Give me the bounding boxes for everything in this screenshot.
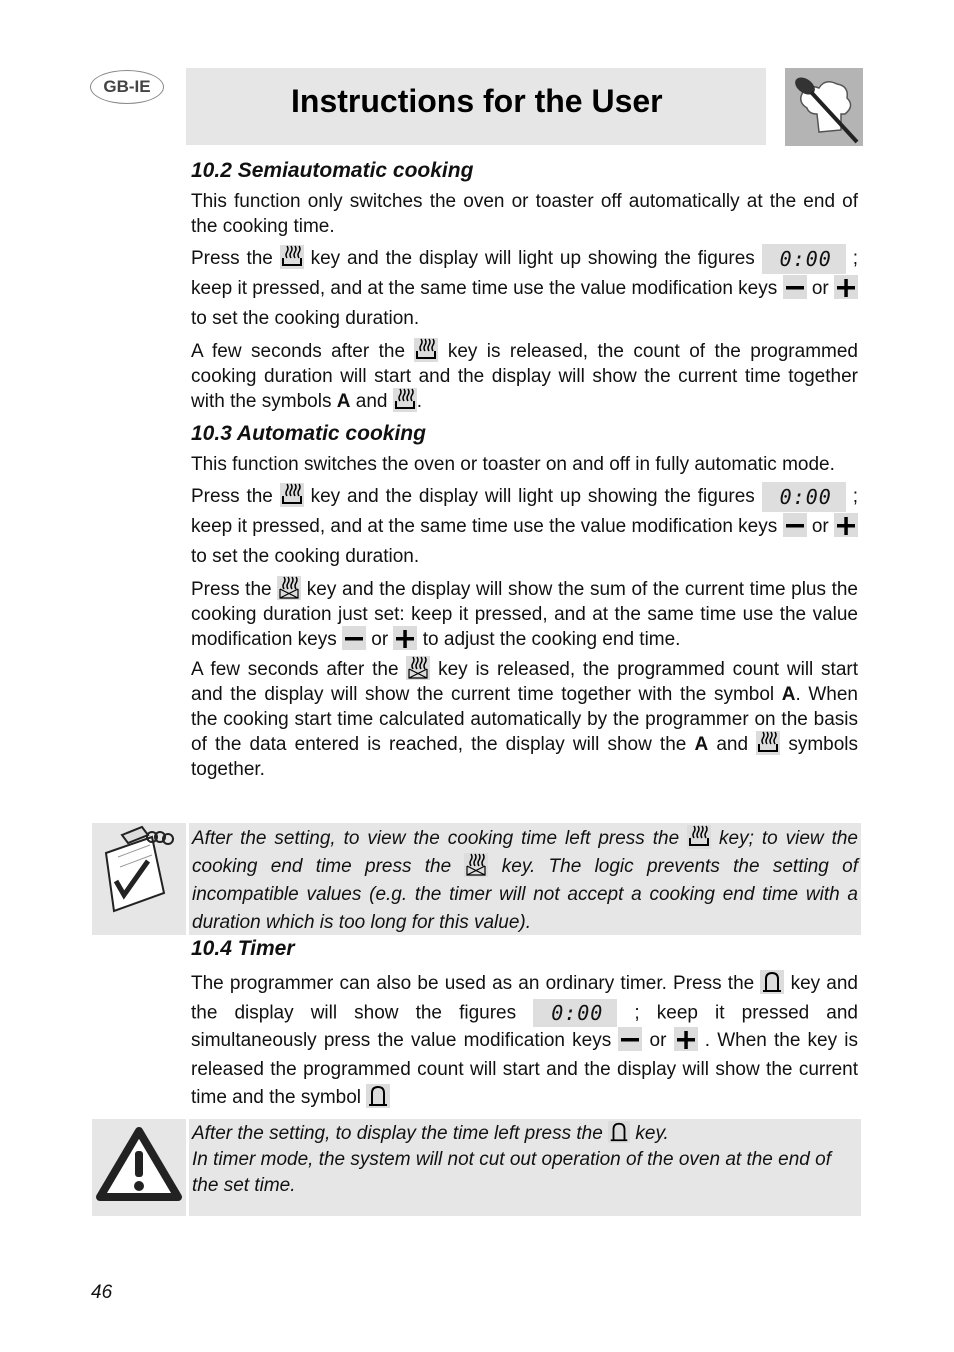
minus-key-icon — [618, 1027, 643, 1052]
minus-key-icon — [782, 275, 807, 299]
duration-key-icon — [392, 388, 417, 412]
end-time-key-icon — [464, 852, 489, 877]
display-figures: 0:00 — [761, 244, 846, 274]
paragraph: Press the key and the display will light… — [191, 244, 858, 334]
paragraph: A few seconds after the key is released,… — [191, 656, 858, 782]
duration-key-icon — [756, 731, 781, 755]
duration-key-icon — [279, 483, 304, 507]
duration-key-icon — [414, 338, 439, 362]
text: After the setting, to view the cooking t… — [192, 828, 688, 849]
bell-key-icon — [366, 1084, 391, 1109]
text: and — [350, 391, 393, 413]
plus-key-icon — [834, 275, 858, 299]
section-10-2: 10.2 Semiautomatic cooking This function… — [191, 158, 858, 414]
plus-key-icon — [834, 513, 858, 537]
minus-key-icon — [342, 626, 367, 650]
paragraph: A few seconds after the key is released,… — [191, 338, 858, 414]
text: Press the — [191, 579, 278, 601]
section-heading: 10.4 Timer — [191, 937, 295, 960]
paragraph: This function switches the oven or toast… — [191, 452, 858, 477]
minus-key-icon — [782, 513, 807, 537]
end-time-key-icon — [406, 656, 431, 680]
display-figures: 0:00 — [533, 998, 618, 1027]
page-number: 46 — [91, 1282, 113, 1303]
end-time-key-icon — [277, 576, 302, 600]
paragraph: Press the key and the display will light… — [191, 482, 858, 572]
section-10-4: 10.4 Timer The programmer can also be us… — [191, 936, 858, 1113]
section-10-3: 10.3 Automatic cooking This function swi… — [191, 421, 858, 782]
text: Press the — [191, 248, 280, 270]
bell-key-icon — [608, 1120, 631, 1143]
text: and — [708, 734, 757, 756]
text: A few seconds after the — [191, 659, 407, 681]
bell-key-icon — [760, 969, 785, 994]
warning-text: After the setting, to display the time l… — [192, 1120, 858, 1199]
header-bar: Instructions for the User — [186, 68, 766, 145]
display-figures: 0:00 — [761, 482, 846, 512]
note-box: After the setting, to view the cooking t… — [92, 823, 861, 935]
text: The programmer can also be used as an or… — [191, 973, 761, 994]
section-heading: 10.2 Semiautomatic cooking — [191, 159, 474, 182]
text: or — [806, 516, 834, 538]
text: . — [416, 391, 423, 413]
symbol-a: A — [336, 391, 351, 413]
note-text: After the setting, to view the cooking t… — [192, 824, 858, 937]
paragraph: The programmer can also be used as an or… — [191, 969, 858, 1113]
text: or — [642, 1030, 674, 1052]
duration-key-icon — [687, 824, 712, 849]
paragraph: This function only switches the oven or … — [191, 189, 858, 239]
section-heading: 10.3 Automatic cooking — [191, 422, 426, 445]
chef-hat-spoon-icon — [785, 68, 863, 146]
text: Press the — [191, 486, 280, 508]
text: key and the display will light up showin… — [303, 486, 762, 508]
paragraph: Press the key and the display will show … — [191, 576, 858, 652]
text: This function switches the oven or toast… — [191, 454, 835, 475]
text: key and the display will light up showin… — [303, 248, 762, 270]
text: A few seconds after the — [191, 341, 415, 363]
text: or — [366, 629, 394, 651]
warning-triangle-icon — [92, 1119, 189, 1216]
text: to set the cooking duration. — [191, 546, 420, 568]
plus-key-icon — [393, 626, 418, 650]
text: or — [806, 278, 834, 300]
text: After the setting, to display the time l… — [192, 1123, 609, 1144]
text: key. — [630, 1123, 669, 1144]
plus-key-icon — [673, 1027, 698, 1052]
notepad-check-icon — [92, 823, 189, 935]
language-badge: GB-IE — [90, 70, 164, 104]
text: In timer mode, the system will not cut o… — [192, 1149, 831, 1196]
duration-key-icon — [279, 245, 304, 269]
text: to set the cooking duration. — [191, 308, 420, 330]
symbol-a: A — [694, 734, 709, 756]
text: to adjust the cooking end time. — [417, 629, 681, 651]
warning-box: After the setting, to display the time l… — [92, 1119, 861, 1216]
page-title: Instructions for the User — [291, 83, 663, 119]
text: This function only switches the oven or … — [191, 191, 858, 237]
symbol-a: A — [781, 684, 796, 706]
